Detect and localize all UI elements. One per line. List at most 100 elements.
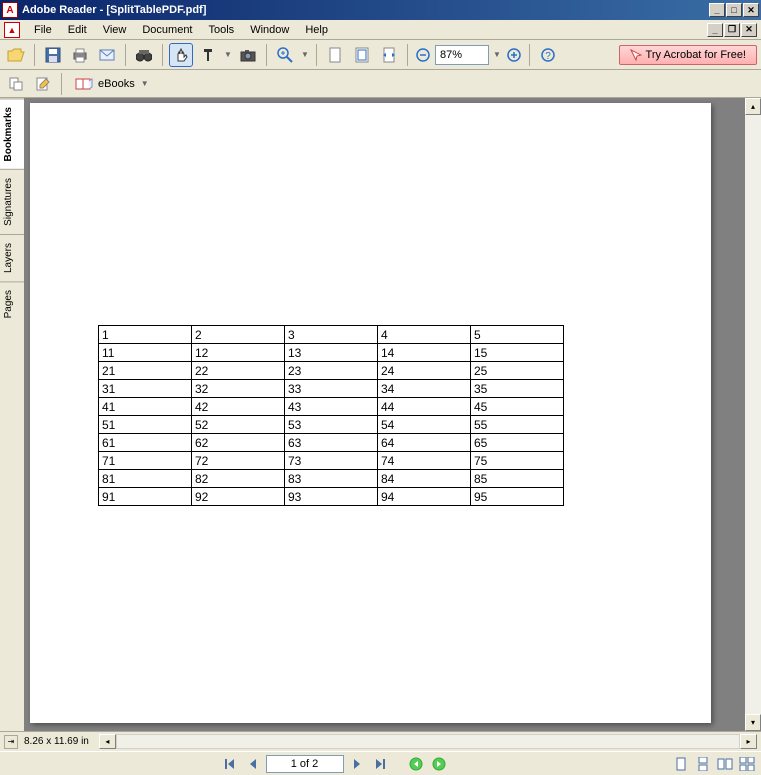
zoom-dropdown[interactable]: ▼ (300, 50, 310, 59)
ebooks-dropdown[interactable]: ▼ (140, 79, 150, 88)
continuous-icon (697, 757, 709, 771)
help-button[interactable]: ? (536, 43, 560, 67)
hand-tool-button[interactable] (169, 43, 193, 67)
single-page-view-button[interactable] (671, 755, 691, 773)
open-button[interactable] (4, 43, 28, 67)
snapshot-button[interactable] (236, 43, 260, 67)
table-cell: 45 (471, 398, 564, 416)
sign-button[interactable] (31, 72, 55, 96)
text-select-button[interactable] (196, 43, 220, 67)
hscroll-right-button[interactable]: ▸ (740, 734, 757, 749)
review-button[interactable] (4, 72, 28, 96)
magnifier-plus-icon (277, 47, 293, 63)
table-cell: 3 (285, 326, 378, 344)
menu-window[interactable]: Window (242, 22, 297, 38)
help-circle-icon: ? (541, 48, 555, 62)
try-acrobat-button[interactable]: Try Acrobat for Free! (619, 45, 757, 65)
menu-view[interactable]: View (95, 22, 135, 38)
facing-view-button[interactable] (715, 755, 735, 773)
continuous-facing-view-button[interactable] (737, 755, 757, 773)
maximize-button[interactable]: □ (726, 3, 742, 17)
page-width-icon (382, 47, 396, 63)
ebook-icon (75, 76, 93, 92)
statusbar: ⇥ 8.26 x 11.69 in ◂ ▸ (0, 731, 761, 751)
sidebar-tab-layers[interactable]: Layers (0, 234, 24, 281)
menu-document[interactable]: Document (134, 22, 200, 38)
last-page-button[interactable] (370, 755, 390, 773)
cursor-sparkle-icon (630, 49, 642, 61)
mdi-restore-button[interactable]: ❐ (724, 23, 740, 37)
sidebar-tab-pages[interactable]: Pages (0, 281, 24, 326)
mdi-minimize-button[interactable]: _ (707, 23, 723, 37)
menu-tools[interactable]: Tools (201, 22, 243, 38)
table-cell: 12 (192, 344, 285, 362)
single-page-icon (675, 757, 687, 771)
hscroll-left-button[interactable]: ◂ (99, 734, 116, 749)
minus-circle-icon (416, 48, 430, 62)
minimize-button[interactable]: _ (709, 3, 725, 17)
table-cell: 71 (99, 452, 192, 470)
menu-file[interactable]: File (26, 22, 60, 38)
table-cell: 53 (285, 416, 378, 434)
page-fit-icon (355, 47, 369, 63)
fit-page-button[interactable] (350, 43, 374, 67)
table-cell: 61 (99, 434, 192, 452)
print-button[interactable] (68, 43, 92, 67)
table-cell: 43 (285, 398, 378, 416)
menubar: ▲ File Edit View Document Tools Window H… (0, 20, 761, 40)
next-view-button[interactable] (429, 755, 449, 773)
prev-view-button[interactable] (406, 755, 426, 773)
secondary-toolbar: eBooks ▼ (0, 70, 761, 98)
table-cell: 1 (99, 326, 192, 344)
scroll-down-button[interactable]: ▾ (745, 714, 761, 731)
zoom-input[interactable] (435, 45, 489, 65)
continuous-view-button[interactable] (693, 755, 713, 773)
prev-page-button[interactable] (243, 755, 263, 773)
table-cell: 94 (378, 488, 471, 506)
menu-edit[interactable]: Edit (60, 22, 95, 38)
sidebar-tab-signatures[interactable]: Signatures (0, 169, 24, 234)
zoom-in-button[interactable] (273, 43, 297, 67)
actual-size-button[interactable] (323, 43, 347, 67)
back-circle-icon (409, 757, 423, 771)
printer-icon (72, 47, 88, 63)
scroll-track[interactable] (745, 115, 761, 714)
zoom-value-dropdown[interactable]: ▼ (492, 50, 502, 59)
zoom-out-button[interactable] (414, 43, 432, 67)
table-cell: 23 (285, 362, 378, 380)
vertical-scrollbar[interactable]: ▴ ▾ (744, 98, 761, 731)
page-number-input[interactable] (266, 755, 344, 773)
table-row: 6162636465 (99, 434, 564, 452)
first-page-button[interactable] (220, 755, 240, 773)
mdi-close-button[interactable]: ✕ (741, 23, 757, 37)
document-viewport[interactable]: 1234511121314152122232425313233343541424… (25, 98, 744, 731)
email-button[interactable] (95, 43, 119, 67)
expand-nav-button[interactable]: ⇥ (4, 735, 18, 749)
zoom-in-plus-button[interactable] (505, 43, 523, 67)
next-page-button[interactable] (347, 755, 367, 773)
ebooks-button[interactable]: eBooks ▼ (68, 73, 157, 95)
search-button[interactable] (132, 43, 156, 67)
select-dropdown[interactable]: ▼ (223, 50, 233, 59)
table-cell: 91 (99, 488, 192, 506)
table-cell: 84 (378, 470, 471, 488)
table-cell: 74 (378, 452, 471, 470)
table-row: 3132333435 (99, 380, 564, 398)
nav-sidebar: Bookmarks Signatures Layers Pages (0, 98, 25, 731)
table-cell: 2 (192, 326, 285, 344)
table-cell: 15 (471, 344, 564, 362)
table-cell: 21 (99, 362, 192, 380)
menu-help[interactable]: Help (297, 22, 336, 38)
page-dimensions: 8.26 x 11.69 in (24, 736, 89, 747)
sidebar-tab-bookmarks[interactable]: Bookmarks (0, 98, 24, 169)
table-cell: 65 (471, 434, 564, 452)
save-button[interactable] (41, 43, 65, 67)
hscroll-track[interactable] (116, 734, 740, 749)
fit-width-button[interactable] (377, 43, 401, 67)
close-button[interactable]: ✕ (743, 3, 759, 17)
pdf-icon: ▲ (4, 22, 20, 38)
horizontal-scrollbar[interactable]: ◂ ▸ (99, 734, 757, 749)
table-row: 7172737475 (99, 452, 564, 470)
scroll-up-button[interactable]: ▴ (745, 98, 761, 115)
table-cell: 62 (192, 434, 285, 452)
